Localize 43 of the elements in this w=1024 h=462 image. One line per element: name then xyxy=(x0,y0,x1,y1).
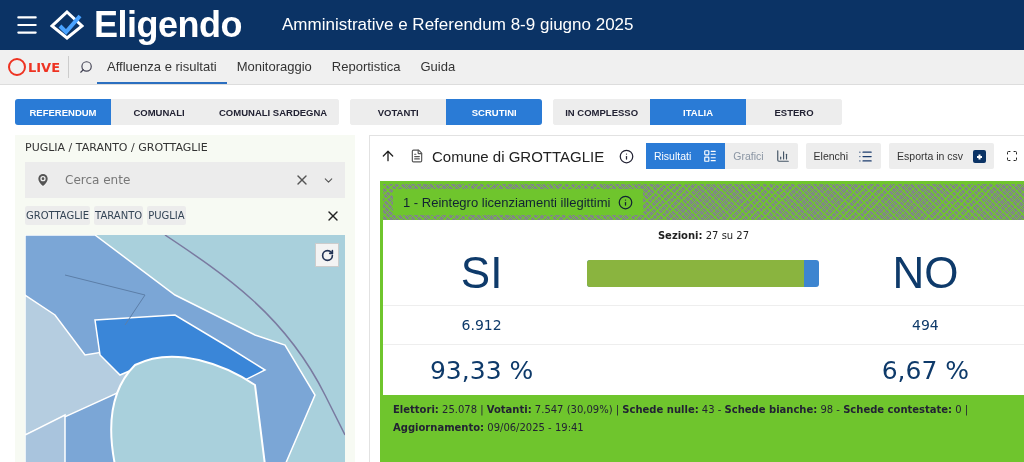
export-button[interactable]: Esporta in csv xyxy=(889,143,994,169)
segment-button[interactable]: ITALIA xyxy=(650,99,747,125)
pin-icon xyxy=(35,172,51,188)
download-icon xyxy=(973,149,986,163)
location-chip[interactable]: PUGLIA xyxy=(147,206,186,225)
list-icon xyxy=(858,148,874,164)
refresh-button[interactable] xyxy=(315,243,339,267)
nav-tab[interactable]: Guida xyxy=(410,50,466,84)
nav-tab[interactable]: Reportistica xyxy=(321,50,411,84)
location-chip[interactable]: TARANTO xyxy=(94,206,144,225)
location-chip[interactable]: GROTTAGLIE xyxy=(25,206,91,225)
search-field[interactable]: Cerca ente xyxy=(25,162,345,198)
municipality-title: Comune di GROTTAGLIE xyxy=(432,147,605,165)
list-button[interactable]: Elenchi xyxy=(805,143,882,169)
segment-button[interactable]: REFERENDUM xyxy=(15,99,111,125)
summary-text: Elettori: 25.078 | Votanti: 7.547 (30,09%) | Schede nulle: 43 - Schede bianche: 98 - Schede contestate: 0 | Aggiornamento: 09/06/2025 - 19:41 xyxy=(393,404,969,433)
bar-chart-icon xyxy=(775,149,790,163)
no-votes: 494 xyxy=(912,317,939,333)
document-icon xyxy=(410,149,424,163)
yes-percent: 93,33 % xyxy=(429,355,534,385)
sections-count: Sezioni: 27 su 27 xyxy=(656,229,751,241)
live-icon xyxy=(8,58,26,76)
no-percent: 6,67 % xyxy=(881,355,970,385)
view-tab[interactable]: Risultati xyxy=(645,143,726,169)
live-label: LIVE xyxy=(28,59,61,75)
logo-icon xyxy=(50,10,84,40)
question-text: 1 - Reintegro licenziamenti illegittimi xyxy=(403,194,611,210)
no-label: NO xyxy=(892,248,959,298)
info-icon[interactable] xyxy=(618,194,634,210)
info-icon[interactable] xyxy=(618,148,634,164)
election-title: Amministrative e Referendum 8-9 giugno 2025 xyxy=(282,15,634,35)
app-title: Eligendo xyxy=(94,4,242,46)
refresh-icon xyxy=(320,248,334,262)
fullscreen-icon[interactable] xyxy=(1006,150,1018,162)
search-input[interactable]: Cerca ente xyxy=(63,172,282,188)
breadcrumb: PUGLIA / TARANTO / GROTTAGLIE xyxy=(25,141,209,154)
search-icon[interactable] xyxy=(79,60,94,74)
layout-icon xyxy=(703,149,718,163)
nav-tab[interactable]: Affluenza e risultati xyxy=(97,50,227,84)
yes-label: SI xyxy=(460,248,503,298)
nav-tab[interactable]: Monitoraggio xyxy=(226,50,322,84)
yes-votes: 6.912 xyxy=(461,317,502,333)
segment-button[interactable]: SCRUTINI xyxy=(446,99,543,125)
